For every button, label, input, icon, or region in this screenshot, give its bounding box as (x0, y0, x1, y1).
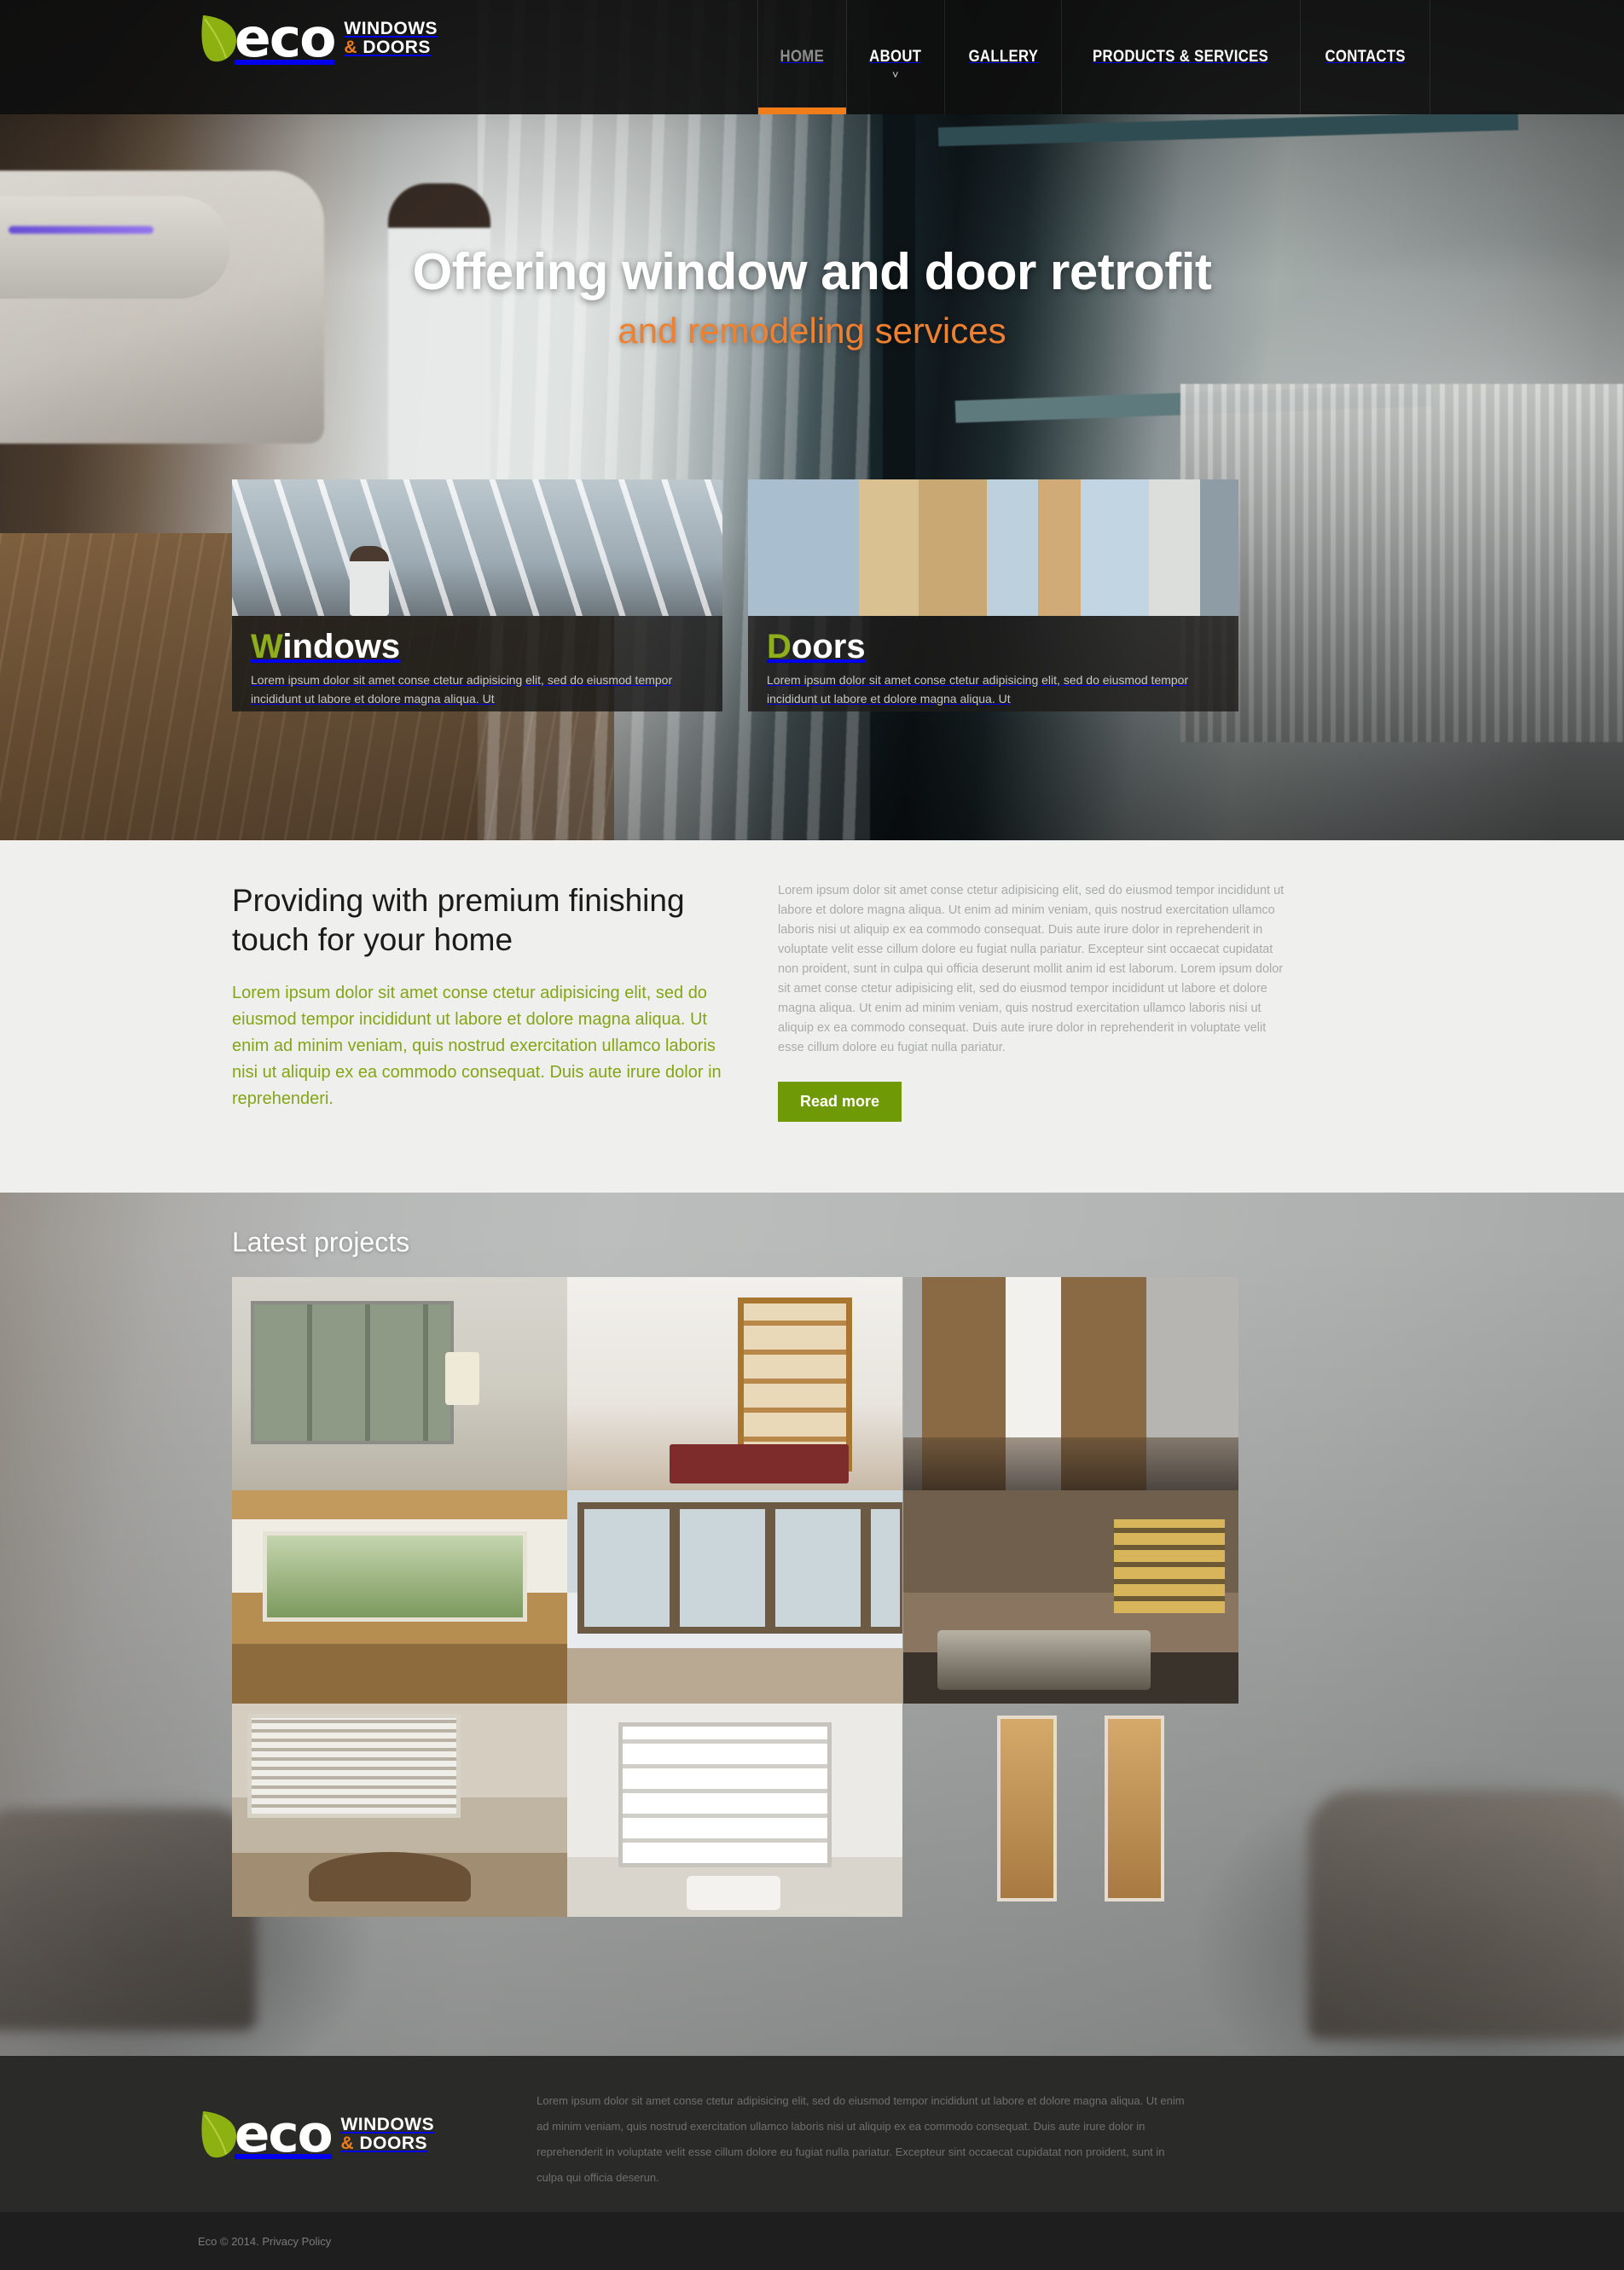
nav-label-products-and-services: PRODUCTS & SERVICES (1093, 48, 1269, 66)
promo-card-windows[interactable]: Windows Lorem ipsum dolor sit amet conse… (232, 479, 722, 711)
promo-text-doors: Lorem ipsum dolor sit amet conse ctetur … (767, 673, 1189, 705)
logo-wordmark: eco (234, 7, 337, 69)
promo-title-rest-windows: indows (282, 628, 401, 665)
hero-neon-light-decor (9, 226, 154, 234)
site-footer: eco WINDOWS & DOORS Lorem ipsum dolor si… (0, 2056, 1624, 2212)
chevron-down-icon: ˅ (891, 68, 899, 81)
footer-logo[interactable]: eco WINDOWS & DOORS (198, 2078, 434, 2191)
footer-logo-ampersand: & (340, 2134, 355, 2153)
nav-label-about: ABOUT (869, 48, 922, 66)
read-more-button[interactable]: Read more (778, 1082, 902, 1122)
promo-card-doors[interactable]: Doors Lorem ipsum dolor sit amet conse c… (748, 479, 1238, 711)
hero-curtain-decor (478, 0, 870, 840)
nav-item-products-and-services[interactable]: PRODUCTS & SERVICES (1061, 0, 1299, 114)
promo-text-windows: Lorem ipsum dolor sit amet conse ctetur … (251, 673, 673, 705)
logo-tagline-line2: DOORS (362, 38, 431, 57)
latest-projects-section: Latest projects (0, 1193, 1624, 2056)
about-section: Providing with premium finishing touch f… (0, 840, 1624, 1193)
nav-item-gallery[interactable]: GALLERY (943, 0, 1062, 114)
nav-active-indicator (758, 107, 846, 114)
logo-tagline-line1: WINDOWS (344, 18, 438, 38)
promo-image-doors (748, 479, 1238, 616)
promo-image-windows (232, 479, 722, 616)
about-heading: Providing with premium finishing touch f… (232, 883, 685, 957)
copyright-text[interactable]: Eco © 2014. Privacy Policy (198, 2235, 331, 2248)
footer-description: Lorem ipsum dolor sit amet conse ctetur … (536, 2094, 1185, 2184)
projects-gallery-grid (232, 1277, 1238, 1917)
footer-logo-tagline-line2: DOORS (359, 2134, 428, 2153)
hero-title: Offering window and door retrofit (412, 243, 1212, 300)
project-thumb[interactable] (902, 1490, 1238, 1704)
site-logo[interactable]: eco WINDOWS & DOORS (198, 12, 438, 65)
nav-label-contacts: CONTACTS (1325, 48, 1406, 66)
logo-ampersand: & (344, 38, 358, 57)
footer-logo-wordmark: eco (234, 2105, 334, 2164)
latest-projects-heading: Latest projects (232, 1227, 410, 1257)
project-thumb[interactable] (232, 1277, 567, 1490)
nav-item-about[interactable]: ABOUT ˅ (845, 0, 944, 114)
promo-title-initial-doors: D (767, 628, 792, 665)
nav-item-home[interactable]: HOME (757, 0, 846, 114)
about-lead-text: Lorem ipsum dolor sit amet conse ctetur … (232, 984, 722, 1108)
hero-section (0, 0, 1624, 840)
nav-item-contacts[interactable]: CONTACTS (1299, 0, 1430, 114)
project-thumb[interactable] (567, 1704, 903, 1917)
promo-cards: Windows Lorem ipsum dolor sit amet conse… (232, 479, 1392, 711)
footer-logo-tagline-line1: WINDOWS (340, 2114, 435, 2134)
promo-title-rest-doors: oors (791, 628, 866, 665)
projects-foreground-sofa-left-decor (0, 1808, 256, 2030)
site-header: eco WINDOWS & DOORS HOME ABOUT ˅ GALLERY… (0, 0, 1624, 114)
promo-title-initial-windows: W (251, 628, 283, 665)
about-body-text: Lorem ipsum dolor sit amet conse ctetur … (778, 884, 1285, 1054)
project-thumb[interactable] (567, 1277, 903, 1490)
main-navigation: HOME ABOUT ˅ GALLERY PRODUCTS & SERVICES… (757, 0, 1430, 114)
promo-title-doors: Doors (767, 628, 1220, 665)
copyright-bar: Eco © 2014. Privacy Policy (0, 2212, 1624, 2270)
nav-label-gallery: GALLERY (968, 48, 1038, 66)
project-thumb[interactable] (232, 1490, 567, 1704)
project-thumb[interactable] (232, 1704, 567, 1917)
project-thumb[interactable] (902, 1277, 1238, 1490)
promo-title-windows: Windows (251, 628, 704, 665)
nav-label-home: HOME (780, 48, 825, 66)
hero-subtitle: and remodeling services (618, 311, 1006, 351)
project-thumb[interactable] (903, 1704, 1238, 1917)
project-thumb[interactable] (567, 1490, 903, 1704)
